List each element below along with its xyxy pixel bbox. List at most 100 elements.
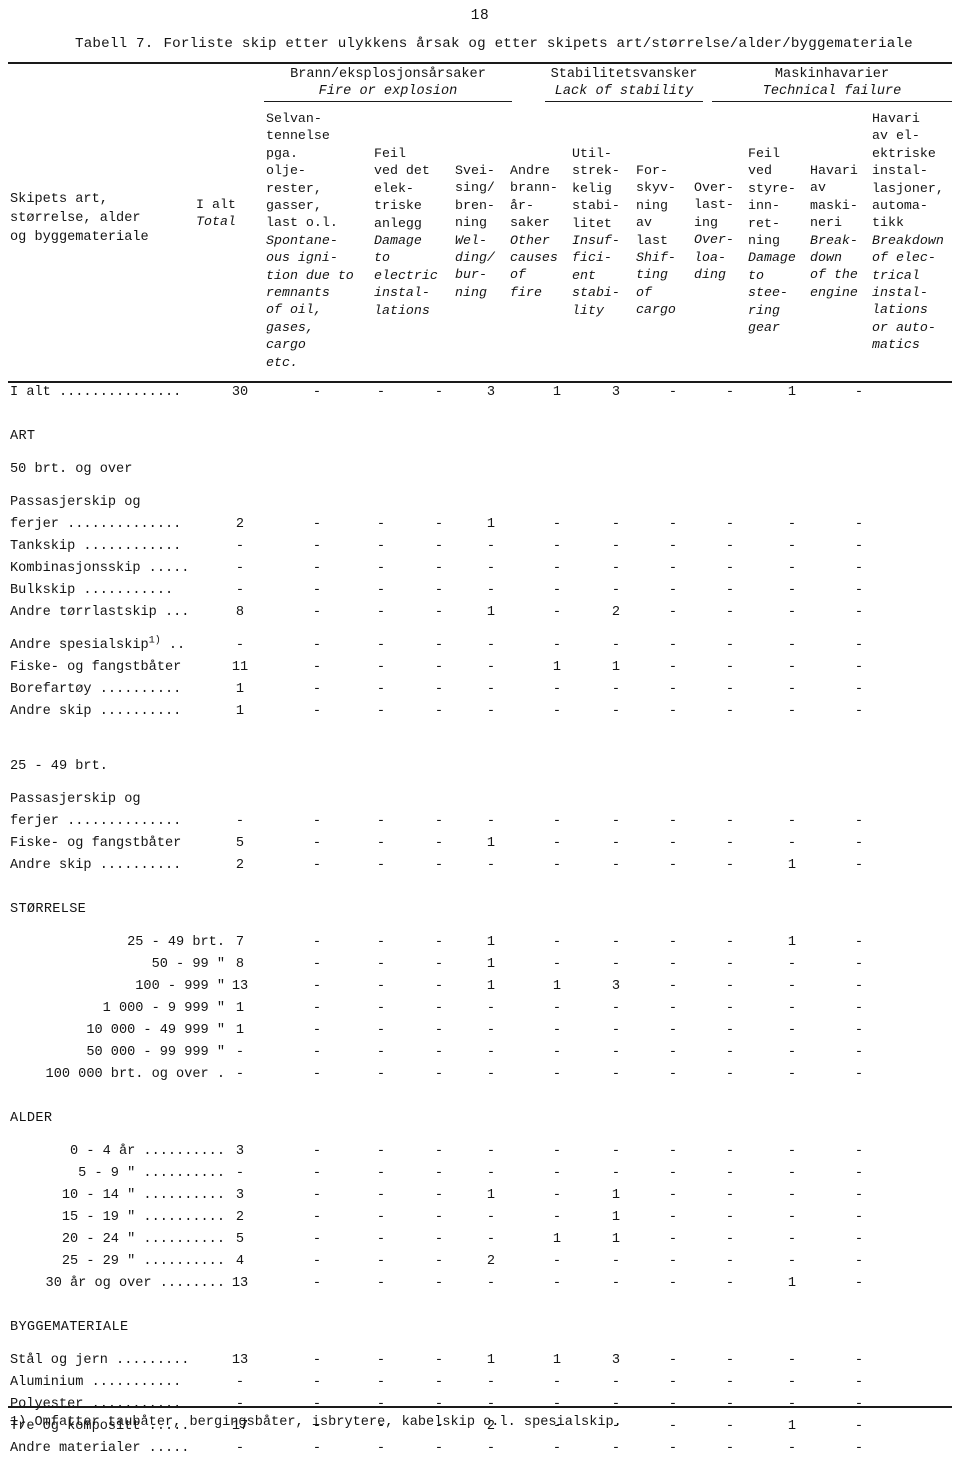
table-row: 50 000 - 99 999 " - - - - - - - - - - -	[0, 1045, 960, 1067]
table-cell: -	[434, 704, 444, 719]
table-cell: -	[725, 1232, 735, 1247]
row-label: 5 - 9 " ..........	[78, 1166, 225, 1181]
column-header-electric-installation-damage: Feil ved det elek-triske anlegg Damage to elec…	[374, 145, 438, 319]
table-cell: -	[725, 517, 735, 532]
table-cell: -	[235, 1397, 245, 1412]
table-cell: -	[787, 704, 797, 719]
table-cell: -	[376, 979, 386, 994]
column-header-en-line: Spontane-	[266, 232, 338, 248]
table-cell: -	[787, 1397, 797, 1412]
table-cell: -	[376, 583, 386, 598]
column-header-no-line: styre-	[748, 180, 796, 196]
column-group-technical: Maskinhavarier Technical failure	[712, 66, 952, 100]
table-cell: 1	[611, 1210, 621, 1225]
column-header-en-line: to	[374, 250, 390, 266]
column-header-no-line: maski-	[810, 197, 858, 213]
column-header-no-line: tikk	[872, 215, 904, 231]
table-cell: -	[854, 1045, 864, 1060]
table-row-label-continuation: Passasjerskip og	[0, 495, 960, 517]
table-cell: -	[611, 704, 621, 719]
table-number: Tabell 7.	[75, 36, 154, 52]
table-cell: -	[376, 1441, 386, 1456]
table-cell: -	[376, 605, 386, 620]
table-cell: -	[725, 935, 735, 950]
table-cell: -	[668, 1254, 678, 1269]
column-header-no-line: inn-	[748, 198, 780, 214]
table-cell: -	[611, 1023, 621, 1038]
table-cell: 8	[235, 957, 245, 972]
table-cell: -	[668, 1441, 678, 1456]
table-cell: -	[312, 583, 322, 598]
table-cell: 1	[787, 1276, 797, 1291]
table-cell: -	[725, 1045, 735, 1060]
column-header-no-line: gasser,	[266, 198, 322, 214]
table-cell: -	[668, 935, 678, 950]
table-cell: 2	[611, 605, 621, 620]
table-row: 20 - 24 " .......... 5 - - - - 1 1 - - - -	[0, 1232, 960, 1254]
row-spacer	[0, 407, 960, 429]
table-cell: -	[312, 1441, 322, 1456]
row-label-upper: Passasjerskip og	[10, 792, 141, 807]
table-cell: -	[668, 1353, 678, 1368]
column-header-no-line: ning	[455, 215, 487, 231]
column-header-en-line: of oil,	[266, 302, 322, 318]
table-cell: -	[486, 1210, 496, 1225]
subsection-heading-text: 25 - 49 brt.	[10, 759, 108, 774]
column-header-en-line: of the	[810, 267, 858, 283]
table-cell: -	[312, 1353, 322, 1368]
table-cell: 1	[486, 957, 496, 972]
table-cell: -	[668, 561, 678, 576]
table-cell: -	[854, 1188, 864, 1203]
column-header-en-line: fici-	[572, 250, 612, 266]
table-cell: -	[854, 979, 864, 994]
table-cell: 5	[235, 1232, 245, 1247]
table-cell: -	[312, 660, 322, 675]
table-cell: -	[486, 814, 496, 829]
table-cell: -	[854, 517, 864, 532]
table-cell: -	[668, 836, 678, 851]
table-cell: -	[376, 836, 386, 851]
column-header-en-line: bur-	[455, 267, 487, 283]
table-cell: -	[611, 517, 621, 532]
column-header-en-line: trical	[872, 267, 920, 283]
table-cell: -	[611, 1001, 621, 1016]
table-cell: -	[854, 1023, 864, 1038]
table-cell: -	[434, 1166, 444, 1181]
table-cell: -	[235, 539, 245, 554]
group-label-no: Stabilitetsvansker	[550, 67, 698, 82]
table-cell: -	[312, 682, 322, 697]
row-label: 30 år og over ........	[45, 1276, 225, 1291]
column-header-en-line: gases,	[266, 319, 314, 335]
table-cell: -	[486, 638, 496, 653]
row-label: Borefartøy ..........	[10, 682, 182, 697]
row-label: 50 000 - 99 999 "	[86, 1045, 225, 1060]
table-cell: -	[787, 1232, 797, 1247]
table-cell: -	[668, 1001, 678, 1016]
column-header-total: I alt Total	[196, 196, 236, 231]
table-row: Bulkskip ........... - - - - - - - - - - -	[0, 583, 960, 605]
table-row: Stål og jern ......... 13- - -1 1 3- - - -	[0, 1353, 960, 1375]
table-row-label-continuation: Passasjerskip og	[0, 792, 960, 814]
column-header-no-line: neri	[810, 215, 842, 231]
table-cell: -	[552, 583, 562, 598]
group-label-en: Lack of stability	[554, 84, 694, 99]
table-row: Fiske- og fangstbåter 5 - - - 1 - - - - - -	[0, 836, 960, 858]
column-header-no-line: litet	[572, 215, 612, 231]
table-cell: -	[552, 1375, 562, 1390]
table-cell: 1	[235, 682, 245, 697]
column-header-no-line: Havari	[810, 163, 858, 178]
table-cell: -	[486, 1166, 496, 1181]
table-row: Andre spesialskip1) .. - - - - - - - - - - -	[0, 636, 960, 660]
table-cell: -	[376, 935, 386, 950]
group-rule-technical	[712, 101, 952, 102]
table-cell: 1	[486, 836, 496, 851]
row-label: 10 - 14 " ..........	[61, 1188, 225, 1203]
table-row: 50 - 99 " 8 - - - 1 - - - - - -	[0, 957, 960, 979]
table-row: Borefartøy .......... 1 - - - - - - - - - -	[0, 682, 960, 704]
table-cell: 1	[486, 935, 496, 950]
table-cell: -	[668, 1375, 678, 1390]
table-row: 5 - 9 " .......... - - - - - - - - - - -	[0, 1166, 960, 1188]
table-cell: -	[787, 979, 797, 994]
table-row: 10 - 14 " .......... 3 - - - 1 - 1 - - - -	[0, 1188, 960, 1210]
table-cell: -	[854, 385, 864, 400]
